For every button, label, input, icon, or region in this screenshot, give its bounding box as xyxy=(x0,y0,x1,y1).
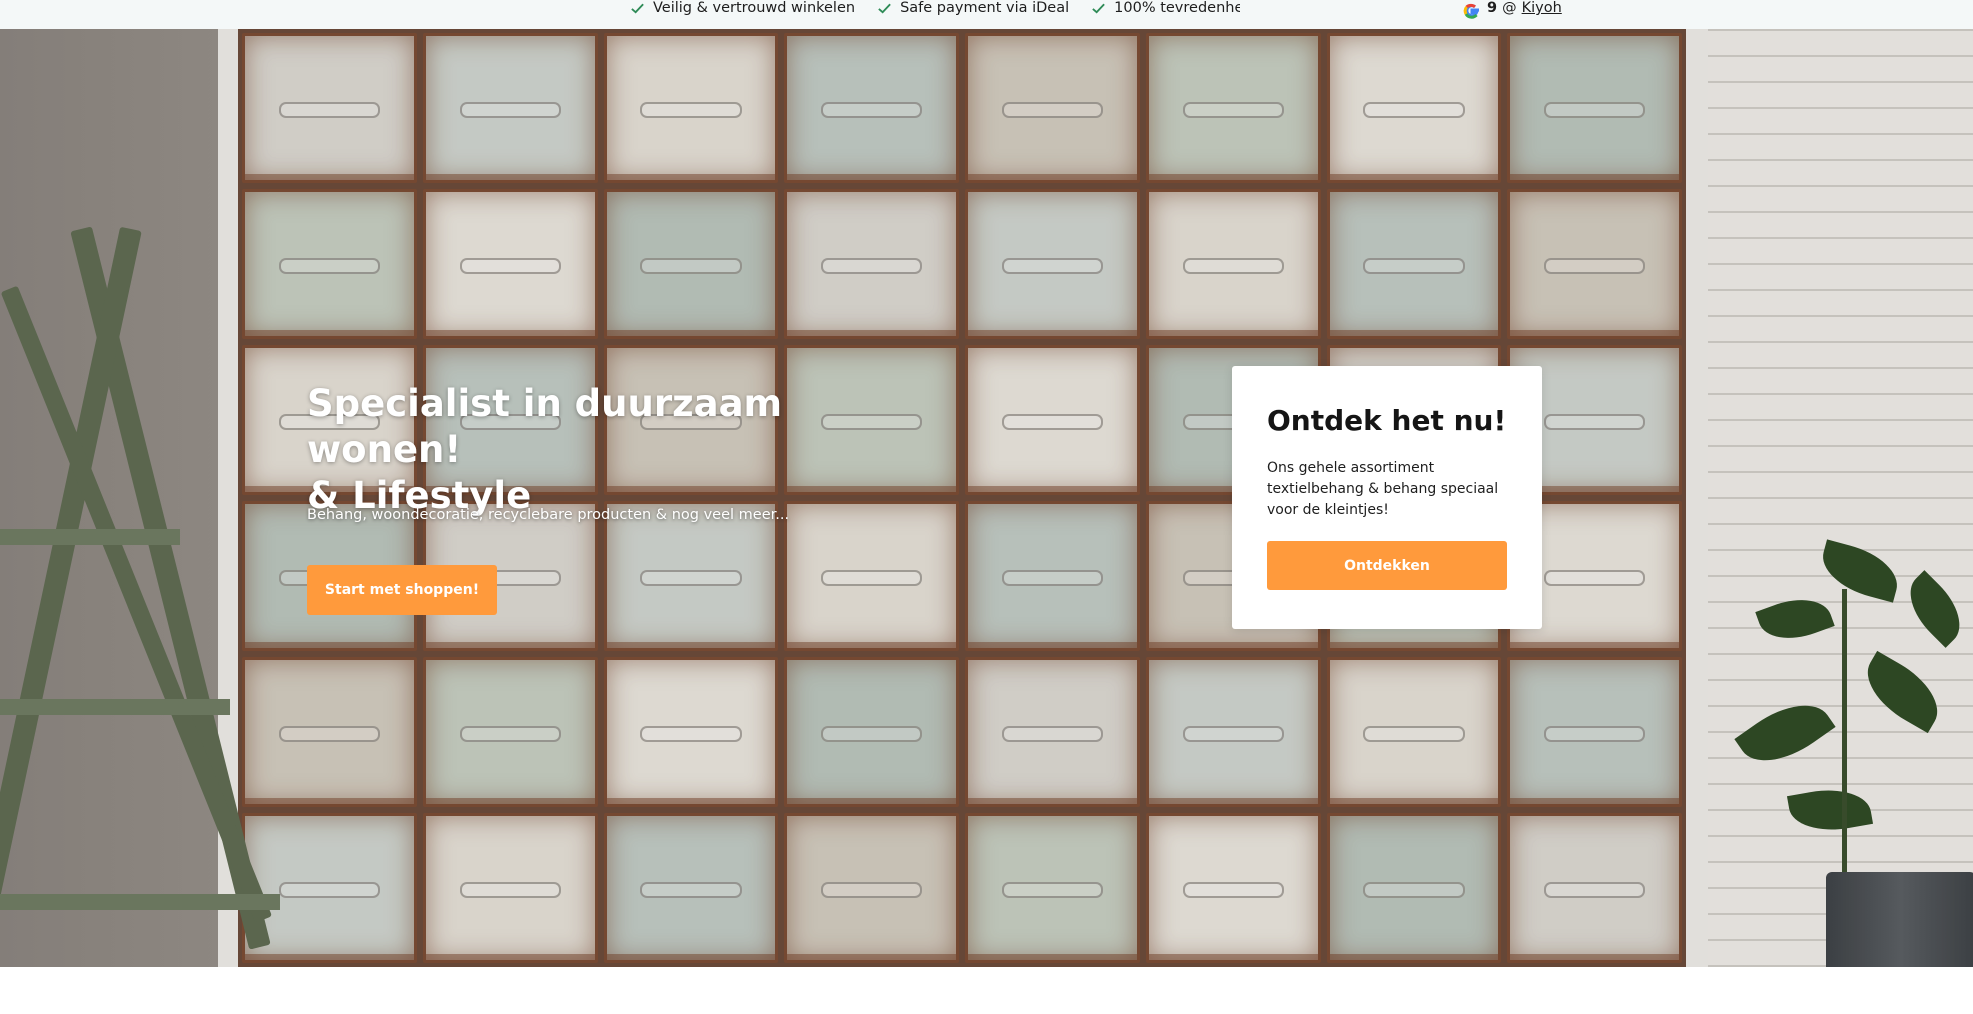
hero-banner: Specialist in duurzaam wonen! & Lifestyl… xyxy=(0,29,1973,967)
hero-title-line-1: Specialist in duurzaam wonen! xyxy=(307,382,783,471)
usp-item: Safe payment via iDeal xyxy=(877,0,1069,16)
usp-item: 100% tevredenheid garai xyxy=(1091,0,1240,16)
usp-list: Veilig & vertrouwd winkelen Safe payment… xyxy=(630,0,1240,16)
kiyoh-link[interactable]: Kiyoh xyxy=(1522,0,1562,16)
hero-shade xyxy=(0,29,1973,967)
usp-label: 100% tevredenheid garai xyxy=(1114,0,1240,16)
hero-subtitle: Behang, woondecoratie, recyclebare produ… xyxy=(307,507,790,523)
start-shopping-button[interactable]: Start met shoppen! xyxy=(307,565,497,615)
usp-bar: Veilig & vertrouwd winkelen Safe payment… xyxy=(0,0,1973,29)
promo-card: Ontdek het nu! Ons gehele assortiment te… xyxy=(1232,366,1542,629)
review-score: 9 xyxy=(1487,0,1498,16)
usp-label: Safe payment via iDeal xyxy=(900,0,1070,16)
review-at: @ xyxy=(1502,0,1517,16)
review-rating: 9 @ Kiyoh xyxy=(1462,0,1562,19)
discover-button[interactable]: Ontdekken xyxy=(1267,541,1507,590)
usp-label: Veilig & vertrouwd winkelen xyxy=(653,0,856,16)
checkmark-icon xyxy=(878,3,891,14)
checkmark-icon xyxy=(1092,3,1105,14)
hero-title: Specialist in duurzaam wonen! & Lifestyl… xyxy=(307,381,947,519)
google-icon xyxy=(1463,3,1479,19)
usp-item: Veilig & vertrouwd winkelen xyxy=(630,0,855,16)
checkmark-icon xyxy=(631,3,644,14)
promo-text: Ons gehele assortiment textielbehang & b… xyxy=(1267,460,1499,518)
promo-title: Ontdek het nu! xyxy=(1267,404,1507,437)
